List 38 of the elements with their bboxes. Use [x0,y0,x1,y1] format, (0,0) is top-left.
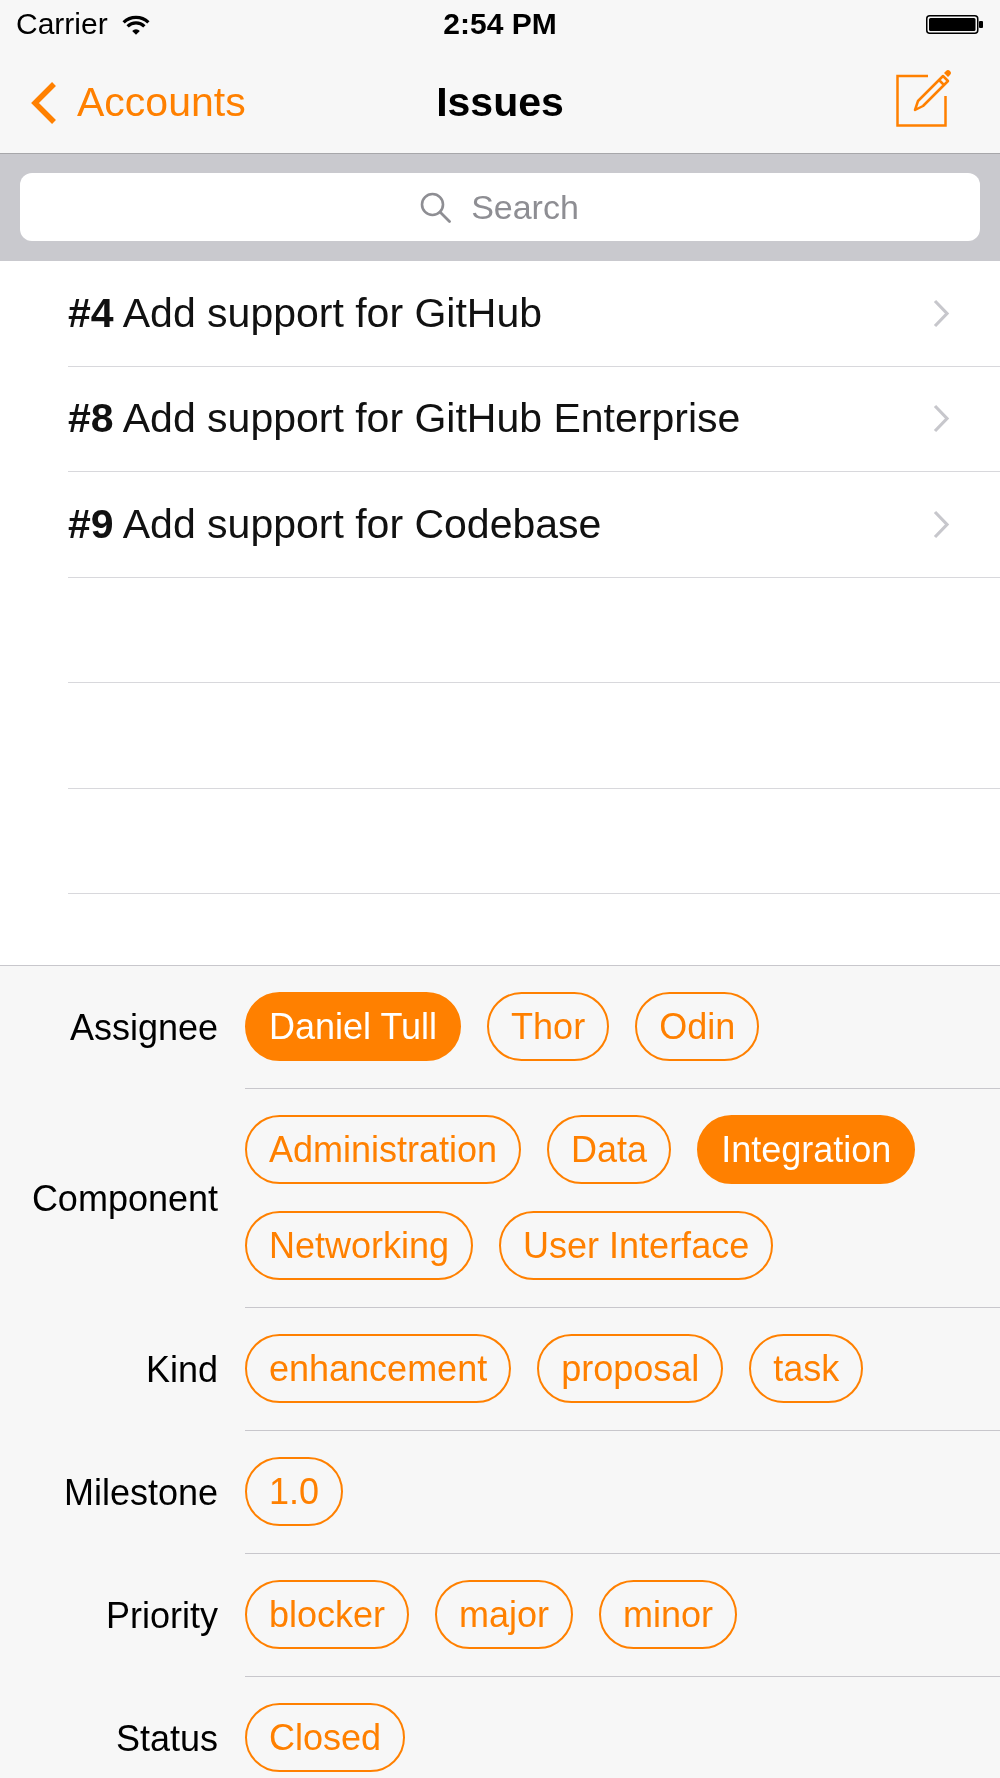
filter-chip[interactable]: Closed [245,1703,406,1772]
nav-title: Issues [436,79,564,126]
chevron-right-icon [932,403,950,435]
filter-chip[interactable]: task [749,1334,864,1403]
chevron-right-icon [932,508,950,540]
issue-title[interactable]: #4 Add support for GitHub [68,289,543,337]
carrier-label: Carrier [16,7,108,41]
filter-chip[interactable]: major [435,1580,574,1649]
filter-chip[interactable]: Networking [245,1211,474,1280]
status-time: 2:54 PM [443,7,557,41]
filter-label: Milestone [63,1471,218,1514]
issue-title[interactable]: #8 Add support for GitHub Enterprise [68,395,741,443]
filter-label: Kind [145,1348,218,1391]
back-button[interactable]: Accounts [30,79,246,126]
filter-chip[interactable]: 1.0 [245,1457,344,1526]
filter-chip[interactable]: Odin [635,992,760,1061]
battery-icon [926,14,984,34]
filter-label: Priority [106,1594,218,1637]
filter-chip[interactable]: enhancement [245,1334,512,1403]
filter-label: Component [31,1177,218,1220]
search-field[interactable]: Search [20,173,980,241]
filter-chip[interactable]: proposal [537,1334,724,1403]
search-icon [419,192,451,223]
filter-chip[interactable]: minor [599,1580,738,1649]
filter-chip[interactable]: Thor [487,992,610,1061]
filter-chip[interactable]: Administration [245,1115,522,1184]
filter-chip[interactable]: Integration [697,1115,916,1184]
filter-chip[interactable]: blocker [245,1580,410,1649]
chevron-right-icon [932,297,950,329]
filter-label: Assignee [69,1006,218,1049]
chevron-left-icon [30,80,58,125]
filter-chip[interactable]: Data [547,1115,672,1184]
wifi-icon [121,13,150,35]
issue-title[interactable]: #9 Add support for Codebase [68,500,602,548]
filter-label: Status [115,1717,218,1760]
filter-chip[interactable]: Daniel Tull [245,992,462,1061]
filter-chip[interactable]: User Interface [499,1211,774,1280]
compose-icon[interactable] [896,68,952,127]
